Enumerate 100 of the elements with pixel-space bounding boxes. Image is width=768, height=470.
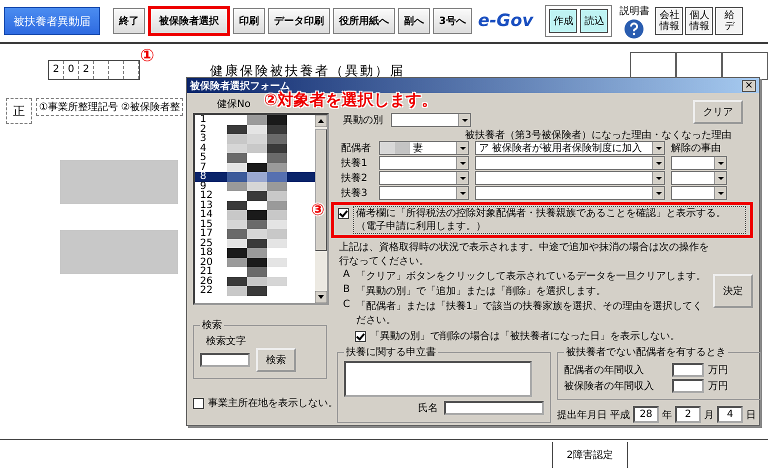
toolbar-button[interactable]: 終了 — [113, 8, 145, 34]
toolbar-button[interactable]: データ印刷 — [268, 8, 330, 34]
dropdown[interactable]: ア 被保険者が被用者保険制度に加入 — [475, 141, 665, 155]
field-label: 配偶者の年間収入 — [564, 364, 645, 377]
list-item[interactable]: 15 — [195, 220, 315, 229]
dropdown[interactable] — [671, 171, 727, 185]
dropdown[interactable]: 妻 — [379, 141, 469, 155]
form-heading: ②被保険者整 — [120, 100, 180, 114]
income-field[interactable] — [672, 363, 704, 377]
seal-box: 正 — [6, 98, 32, 124]
list-item[interactable]: 8 — [195, 172, 315, 182]
clear-button[interactable]: クリア — [693, 100, 743, 124]
dialog-title: 被保険者選択フォーム — [190, 80, 290, 92]
info-button[interactable]: 給 デ — [715, 7, 744, 35]
dropdown[interactable] — [671, 156, 727, 170]
statement-field[interactable] — [344, 361, 532, 397]
step-letter: B — [343, 284, 350, 297]
dropdown[interactable] — [671, 186, 727, 200]
pixelated-name-drawing — [380, 142, 410, 154]
unit-label: 年 — [662, 408, 672, 422]
list-item[interactable]: 25 — [195, 238, 315, 248]
list-item[interactable]: 1 — [195, 115, 315, 124]
list-item[interactable]: 5 — [195, 153, 315, 162]
income-field[interactable] — [672, 379, 704, 393]
checkbox[interactable] — [193, 398, 204, 408]
instruction-text: 上記は、資格取得時の状況で表示されます。中途で追加や抹消の場合は次の操作を行なってください。 — [339, 240, 709, 268]
field-label: 氏名 — [418, 402, 438, 415]
field-label: 異動の別 — [343, 114, 383, 127]
era-label: 平成 — [610, 408, 630, 422]
field-label: 提出年月日 — [557, 408, 607, 422]
field-label: 検索文字 — [205, 334, 247, 348]
row-label: 扶養3 — [341, 186, 368, 200]
unit-label: 日 — [746, 408, 756, 422]
scroll-down-icon[interactable] — [315, 291, 327, 303]
step-letter: C — [343, 299, 350, 312]
toolbar-button[interactable]: 3号へ — [433, 8, 472, 34]
step-number-label: ① — [140, 48, 154, 65]
form-title: 健康保険被扶養者（異動）届 — [210, 63, 405, 80]
unit-label: 万円 — [708, 364, 728, 377]
step-letter: A — [343, 269, 350, 282]
toolbar-button[interactable]: 被保険者選択 — [148, 6, 230, 36]
dropdown[interactable] — [379, 171, 469, 185]
egov-logo[interactable]: e-Gov — [474, 11, 536, 31]
checkbox[interactable] — [355, 330, 366, 342]
list-item[interactable]: 12 — [195, 191, 315, 200]
instruction-text: 「異動の別」で「追加」または「削除」を選択します。 — [356, 284, 606, 298]
list-item[interactable]: 4 — [195, 144, 315, 153]
unit-label: 万円 — [708, 380, 728, 393]
row-label: 配偶者 — [341, 142, 372, 155]
list-item[interactable]: 17 — [195, 229, 315, 238]
toolbar-button[interactable]: 印刷 — [233, 8, 265, 34]
list-item[interactable]: 3 — [195, 134, 315, 144]
toolbar-button[interactable]: 副へ — [398, 8, 430, 34]
column-header: 解除の事由 — [671, 142, 722, 155]
form-heading: ①事業所整理記号 — [39, 100, 118, 114]
checkbox[interactable] — [338, 208, 349, 219]
data-button[interactable]: 作成 — [549, 9, 578, 33]
row-label: 扶養1 — [341, 156, 368, 170]
list-item[interactable]: 22 — [195, 286, 315, 296]
checkbox-label: 事業主所在地を表示しない。 — [208, 396, 338, 410]
search-field[interactable] — [200, 353, 250, 367]
confirm-button[interactable]: 決定 — [713, 274, 753, 308]
dropdown[interactable] — [475, 186, 665, 200]
list-item[interactable]: 9 — [195, 182, 315, 191]
manual-label: 説明書 — [619, 4, 650, 18]
day-field[interactable]: 4 — [717, 406, 743, 423]
dropdown[interactable] — [379, 156, 469, 170]
callout-text: ②対象者を選択します。 — [264, 92, 438, 108]
close-button[interactable]: × — [742, 80, 756, 92]
year-field[interactable]: 28 — [633, 406, 659, 423]
search-button[interactable]: 検索 — [256, 348, 296, 372]
list-item[interactable]: 20 — [195, 258, 315, 267]
info-button[interactable]: 会社 情報 — [655, 7, 684, 35]
checkbox-label: 備考欄に「所得税法の控除対象配偶者・扶養親族であることを確認」と表示する。（電子申請に利用します。） — [353, 206, 746, 234]
list-item[interactable]: 2 — [195, 124, 315, 134]
app-title-button[interactable]: 被扶養者異動届 — [4, 7, 100, 35]
dropdown[interactable] — [475, 156, 665, 170]
list-item[interactable]: 7 — [195, 162, 315, 172]
instruction-text: 「クリア」ボタンをクリックして表示されているデータを一旦クリアします。 — [356, 270, 706, 283]
list-item[interactable]: 18 — [195, 248, 315, 258]
scroll-up-icon[interactable] — [315, 115, 327, 127]
dropdown[interactable] — [379, 186, 469, 200]
list-item[interactable]: 26 — [195, 276, 315, 286]
field-label: 被保険者の年間収入 — [564, 380, 655, 393]
help-icon[interactable] — [624, 18, 644, 38]
code-table: 2 0 2 — [48, 60, 140, 80]
list-item[interactable]: 21 — [195, 267, 315, 276]
column-header: 被扶養者（第3号被保険者）になった理由・なくなった理由 — [465, 130, 732, 141]
checkbox-label: 「異動の別」で削除の場合は「被扶養者になった日」を表示しない。 — [370, 330, 680, 343]
group-title: 検索 — [201, 318, 223, 332]
data-button[interactable]: 読込 — [580, 9, 608, 33]
name-field[interactable] — [444, 401, 544, 415]
info-button[interactable]: 個人 情報 — [685, 7, 714, 35]
toolbar-button[interactable]: 役所用紙へ — [333, 8, 395, 34]
dropdown[interactable] — [391, 113, 471, 127]
instruction-text: 「配偶者」または「扶養1」で該当の扶養家族を選択、その理由を選択してください。 — [356, 300, 704, 327]
column-header: 健保No — [217, 98, 251, 110]
dropdown[interactable] — [475, 171, 665, 185]
month-field[interactable]: 2 — [675, 406, 701, 423]
step-number-label: ③ — [311, 202, 325, 218]
